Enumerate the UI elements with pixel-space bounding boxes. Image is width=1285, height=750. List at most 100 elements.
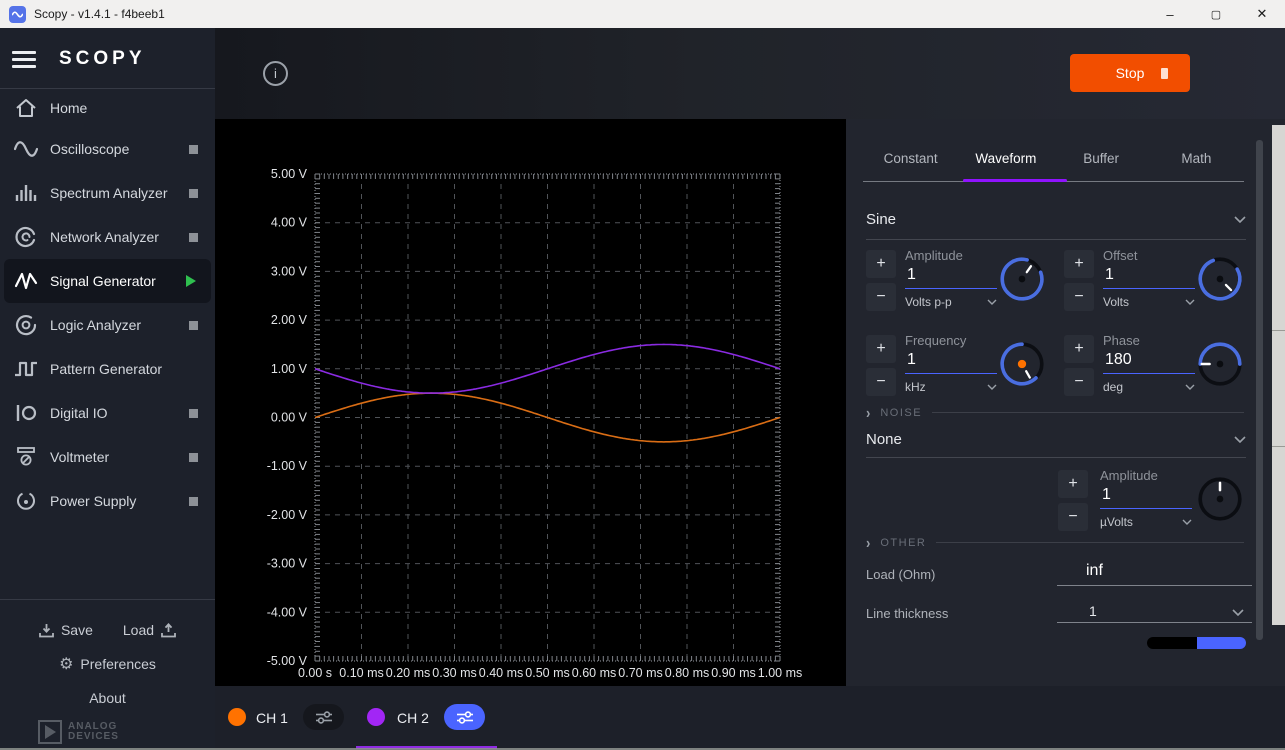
offset-knob[interactable] bbox=[1195, 254, 1245, 304]
phase-unit-select[interactable]: deg bbox=[1103, 380, 1195, 394]
line-thickness-value[interactable]: 1 bbox=[1089, 603, 1097, 619]
scopy-window: Scopy - v1.4.1 - f4beeb1 – ▢ ✕ SCOPY Hom… bbox=[0, 0, 1285, 750]
load-icon bbox=[161, 623, 176, 638]
phase-knob[interactable] bbox=[1195, 339, 1245, 389]
svg-text:-3.00 V: -3.00 V bbox=[267, 557, 308, 571]
ch1-settings-toggle[interactable] bbox=[303, 704, 344, 730]
running-indicator bbox=[186, 275, 196, 287]
adi-triangle-icon bbox=[38, 720, 62, 744]
noise-amplitude-unit-select[interactable]: µVolts bbox=[1100, 515, 1192, 529]
signal-generator-icon bbox=[13, 269, 39, 293]
amplitude-unit-select[interactable]: Volts p-p bbox=[905, 295, 997, 309]
amplitude-control: + − Amplitude 1 Volts p-p bbox=[866, 248, 1047, 324]
load-ohm-value[interactable]: inf bbox=[1086, 562, 1103, 580]
phase-decrement-button[interactable]: − bbox=[1064, 368, 1094, 396]
toggle-switch[interactable] bbox=[1147, 637, 1246, 649]
save-button[interactable]: Save bbox=[39, 622, 93, 638]
tab-constant[interactable]: Constant bbox=[863, 143, 958, 174]
noise-amplitude-value[interactable]: 1 bbox=[1100, 483, 1192, 509]
phase-value[interactable]: 180 bbox=[1103, 348, 1195, 374]
sidebar-item-network-analyzer[interactable]: Network Analyzer bbox=[0, 215, 215, 259]
amplitude-decrement-button[interactable]: − bbox=[866, 283, 896, 311]
phase-control: + − Phase 180 deg bbox=[1064, 333, 1245, 409]
tab-waveform[interactable]: Waveform bbox=[958, 143, 1053, 174]
about-link[interactable]: About bbox=[0, 690, 215, 706]
preferences-button[interactable]: ⚙ Preferences bbox=[0, 654, 215, 674]
ch2-settings-toggle[interactable] bbox=[444, 704, 485, 730]
stopped-indicator bbox=[189, 145, 198, 154]
load-button[interactable]: Load bbox=[123, 622, 176, 638]
tab-buffer[interactable]: Buffer bbox=[1054, 143, 1149, 174]
svg-text:1.00 V: 1.00 V bbox=[271, 362, 308, 376]
frequency-control: + − Frequency 1 kHz bbox=[866, 333, 1047, 409]
amplitude-knob[interactable] bbox=[997, 254, 1047, 304]
svg-text:0.20 ms: 0.20 ms bbox=[386, 666, 430, 680]
tab-math[interactable]: Math bbox=[1149, 143, 1244, 174]
sidebar-item-power-supply[interactable]: Power Supply bbox=[0, 479, 215, 523]
sidebar-item-pattern-generator[interactable]: Pattern Generator bbox=[0, 347, 215, 391]
noise-type-select[interactable]: None bbox=[866, 431, 1246, 448]
sidebar-item-signal-generator[interactable]: Signal Generator bbox=[4, 259, 211, 303]
amplitude-increment-button[interactable]: + bbox=[866, 250, 896, 278]
amplitude-label: Amplitude bbox=[905, 248, 997, 263]
offset-decrement-button[interactable]: − bbox=[1064, 283, 1094, 311]
sidebar-item-logic-analyzer[interactable]: Logic Analyzer bbox=[0, 303, 215, 347]
other-section-header[interactable]: › OTHER bbox=[866, 535, 1244, 550]
offset-increment-button[interactable]: + bbox=[1064, 250, 1094, 278]
divider bbox=[0, 599, 215, 600]
ch1-color-dot bbox=[228, 708, 246, 726]
divider bbox=[1057, 585, 1252, 586]
divider bbox=[866, 457, 1246, 458]
svg-text:0.30 ms: 0.30 ms bbox=[432, 666, 476, 680]
frequency-label: Frequency bbox=[905, 333, 997, 348]
noise-amplitude-decrement-button[interactable]: − bbox=[1058, 503, 1088, 531]
frequency-value[interactable]: 1 bbox=[905, 348, 997, 374]
offset-control: + − Offset 1 Volts bbox=[1064, 248, 1245, 324]
frequency-knob[interactable] bbox=[997, 339, 1047, 389]
sliders-icon bbox=[314, 711, 334, 724]
oscilloscope-icon bbox=[13, 137, 39, 161]
stopped-indicator bbox=[189, 233, 198, 242]
info-icon[interactable]: i bbox=[263, 61, 288, 86]
close-button[interactable]: ✕ bbox=[1239, 0, 1285, 28]
voltmeter-icon bbox=[13, 445, 39, 469]
sidebar-item-spectrum-analyzer[interactable]: Spectrum Analyzer bbox=[0, 171, 215, 215]
svg-text:2.00 V: 2.00 V bbox=[271, 313, 308, 327]
phase-label: Phase bbox=[1103, 333, 1195, 348]
sidebar-item-digital-io[interactable]: Digital IO bbox=[0, 391, 215, 435]
waveform-type-select[interactable]: Sine bbox=[866, 211, 1246, 228]
logic-analyzer-icon bbox=[13, 313, 39, 337]
amplitude-value[interactable]: 1 bbox=[905, 263, 997, 289]
app-icon bbox=[9, 6, 26, 23]
sidebar-item-voltmeter[interactable]: Voltmeter bbox=[0, 435, 215, 479]
oscilloscope-chart: 5.00 V4.00 V3.00 V2.00 V1.00 V0.00 V-1.0… bbox=[215, 119, 846, 691]
noise-amplitude-increment-button[interactable]: + bbox=[1058, 470, 1088, 498]
noise-amplitude-knob[interactable] bbox=[1195, 474, 1245, 524]
sidebar-item-home[interactable]: Home bbox=[0, 89, 215, 127]
chevron-down-icon[interactable] bbox=[1232, 609, 1244, 616]
svg-text:0.80 ms: 0.80 ms bbox=[665, 666, 709, 680]
ch1-name: CH 1 bbox=[256, 710, 288, 726]
stopped-indicator bbox=[189, 409, 198, 418]
menu-icon[interactable] bbox=[12, 51, 36, 68]
svg-text:5.00 V: 5.00 V bbox=[271, 167, 308, 181]
active-tab-indicator bbox=[963, 179, 1067, 182]
frequency-decrement-button[interactable]: − bbox=[866, 368, 896, 396]
line-thickness-label: Line thickness bbox=[866, 606, 948, 621]
frequency-increment-button[interactable]: + bbox=[866, 335, 896, 363]
channel-settings-panel: Constant Waveform Buffer Math Sine bbox=[846, 119, 1285, 686]
noise-section-header[interactable]: › NOISE bbox=[866, 405, 1244, 420]
background-window-sliver bbox=[1272, 125, 1285, 625]
frequency-unit-select[interactable]: kHz bbox=[905, 380, 997, 394]
sidebar-nav: Home Oscilloscope Spectrum Analyz bbox=[0, 89, 215, 523]
network-analyzer-icon bbox=[13, 225, 39, 249]
svg-text:0.40 ms: 0.40 ms bbox=[479, 666, 523, 680]
offset-unit-select[interactable]: Volts bbox=[1103, 295, 1195, 309]
panel-scrollbar[interactable] bbox=[1256, 140, 1263, 640]
phase-increment-button[interactable]: + bbox=[1064, 335, 1094, 363]
stop-button[interactable]: Stop bbox=[1070, 54, 1190, 92]
minimize-button[interactable]: – bbox=[1147, 0, 1193, 28]
sidebar-item-oscilloscope[interactable]: Oscilloscope bbox=[0, 127, 215, 171]
offset-value[interactable]: 1 bbox=[1103, 263, 1195, 289]
maximize-button[interactable]: ▢ bbox=[1193, 0, 1239, 28]
